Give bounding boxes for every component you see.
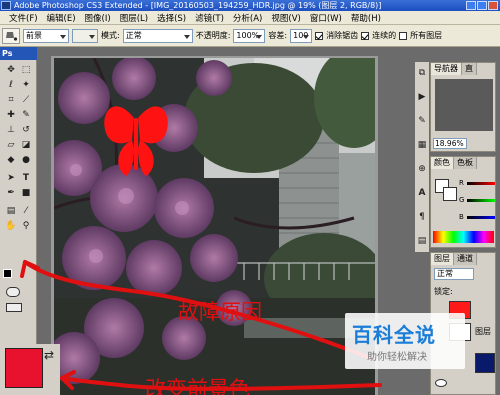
annotation-change-foreground: 改变前景色 xyxy=(145,377,250,395)
photoshop-window: Adobe Photoshop CS3 Extended - [IMG_2016… xyxy=(0,0,500,395)
watermark-subtitle: 助你轻松解决 xyxy=(367,352,427,363)
watermark-title: 百科全说 xyxy=(352,323,436,347)
annotation-fault-cause: 故障原因 xyxy=(178,300,262,324)
